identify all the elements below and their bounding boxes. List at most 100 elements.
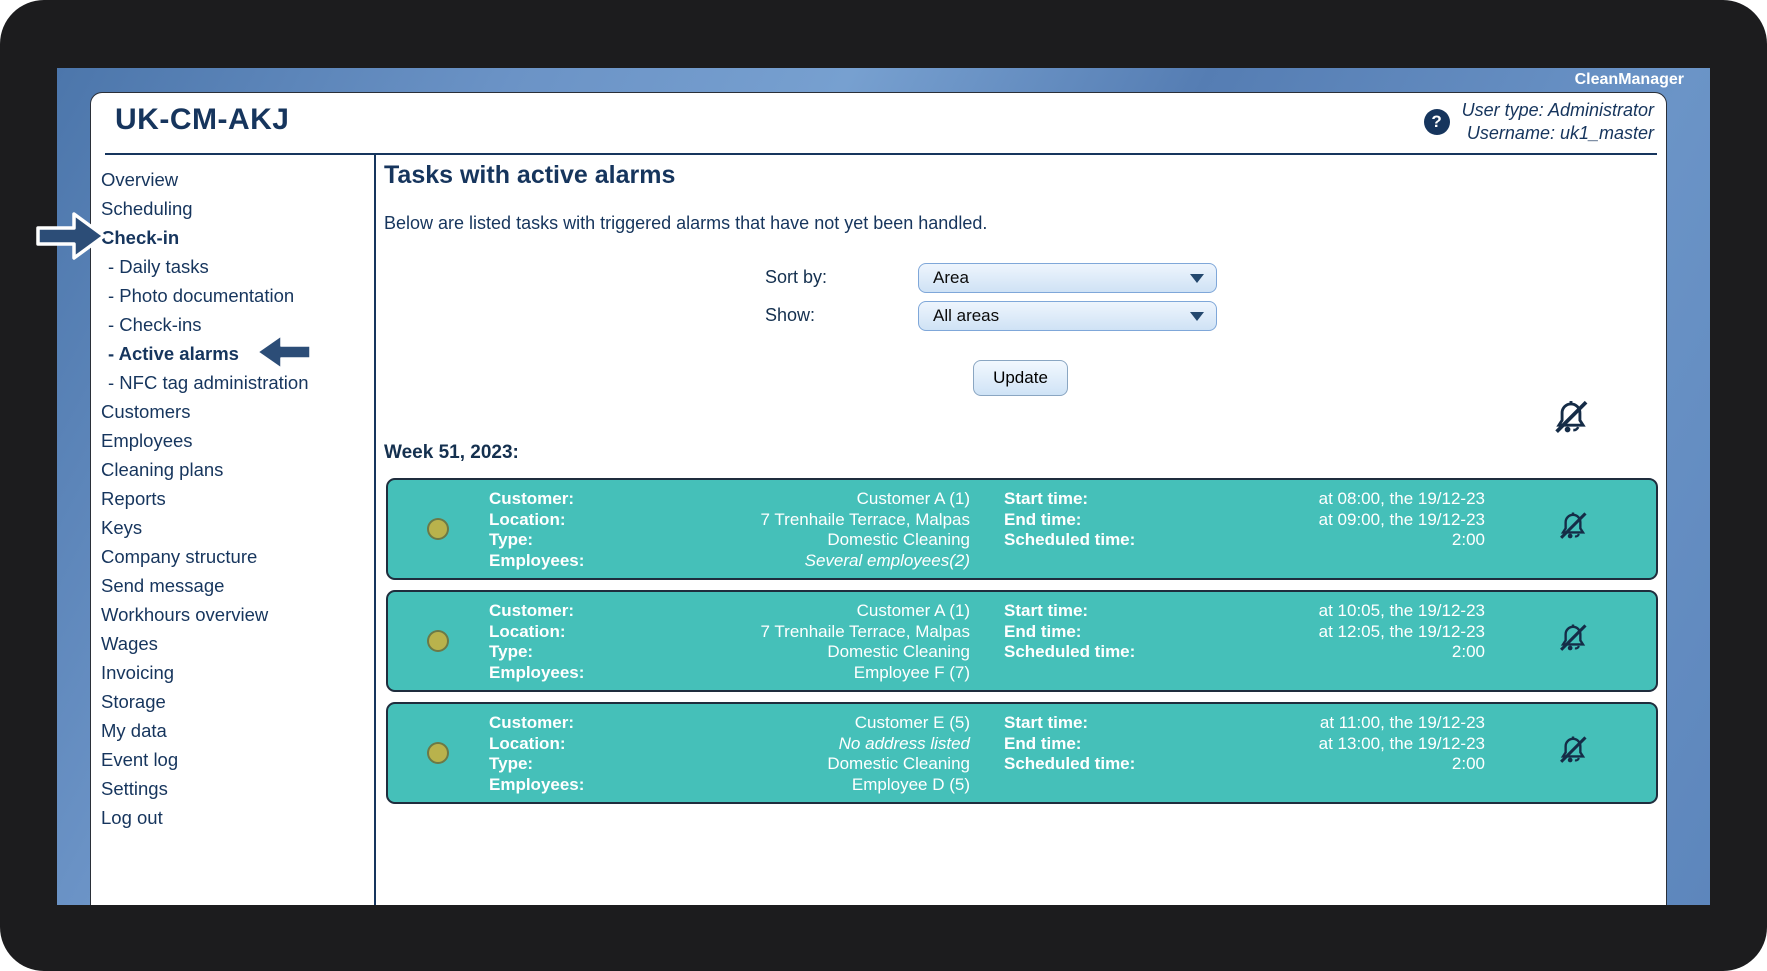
employees-value: Several employees(2) — [804, 550, 970, 570]
page-title: Tasks with active alarms — [384, 161, 676, 189]
location-value: 7 Trenhaile Terrace, Malpas — [760, 621, 970, 641]
location-label: Location: — [489, 733, 566, 753]
scheduled-time-value: 2:00 — [1451, 530, 1485, 549]
show-dropdown[interactable]: All areas — [918, 301, 1217, 331]
employees-value: Employee D (5) — [851, 774, 970, 794]
app-background: CleanManager UK-CM-AKJ ? User type: Admi… — [57, 68, 1710, 905]
scheduled-time-label: Scheduled time: — [1004, 530, 1136, 549]
bell-off-icon[interactable] — [1554, 732, 1592, 775]
employees-label: Employees: — [489, 550, 585, 570]
update-button[interactable]: Update — [973, 360, 1068, 396]
panel-header: UK-CM-AKJ ? User type: Administrator Use… — [91, 93, 1666, 153]
sidebar-item-overview[interactable]: Overview — [101, 165, 374, 194]
user-box: ? User type: Administrator Username: uk1… — [1423, 99, 1654, 145]
type-value: Domestic Cleaning — [827, 642, 970, 661]
task-card: Customer: Customer A (1) Location: 7 Trenh… — [386, 478, 1658, 580]
sidebar-item-company-structure[interactable]: Company structure — [101, 542, 374, 571]
start-time-value: at 11:00, the 19/12-23 — [1319, 713, 1485, 732]
sidebar-item-my-data[interactable]: My data — [101, 716, 374, 745]
sidebar-item-wages[interactable]: Wages — [101, 629, 374, 658]
sidebar-item-cleaning-plans[interactable]: Cleaning plans — [101, 455, 374, 484]
check-in-pointer-arrow-icon — [34, 209, 108, 268]
sidebar-item-nfc-tag-administration[interactable]: - NFC tag administration — [101, 368, 374, 397]
sidebar-item-event-log[interactable]: Event log — [101, 745, 374, 774]
sidebar: Overview Scheduling Check-in - Daily tas… — [91, 155, 376, 905]
show-value: All areas — [933, 306, 1000, 325]
sidebar-item-customers[interactable]: Customers — [101, 397, 374, 426]
scheduled-time-label: Scheduled time: — [1004, 642, 1136, 661]
content-area: Tasks with active alarms Below are liste… — [376, 155, 1666, 905]
show-label: Show: — [765, 305, 816, 325]
task-details-right: Start time: at 10:05, the 19/12-23 End ti… — [1004, 601, 1485, 663]
start-time-label: Start time: — [1004, 713, 1089, 732]
type-value: Domestic Cleaning — [827, 754, 970, 773]
user-info: User type: Administrator Username: uk1_m… — [1462, 99, 1654, 145]
task-details-left: Customer: Customer E (5) Location: No addr… — [489, 713, 970, 795]
sidebar-item-log-out[interactable]: Log out — [101, 803, 374, 832]
sidebar-item-daily-tasks[interactable]: - Daily tasks — [101, 252, 374, 281]
start-time-value: at 08:00, the 19/12-23 — [1318, 489, 1485, 508]
username-label: Username: uk1_master — [1466, 123, 1654, 143]
end-time-label: End time: — [1004, 733, 1082, 753]
start-time-value: at 10:05, the 19/12-23 — [1318, 601, 1485, 620]
task-select-radio[interactable] — [427, 742, 449, 764]
customer-value: Customer A (1) — [856, 601, 970, 620]
scheduled-time-value: 2:00 — [1451, 642, 1485, 661]
bell-off-icon[interactable] — [1554, 508, 1592, 551]
sidebar-item-reports[interactable]: Reports — [101, 484, 374, 513]
end-time-value: at 09:00, the 19/12-23 — [1318, 509, 1485, 529]
sidebar-item-scheduling[interactable]: Scheduling — [101, 194, 374, 223]
active-alarms-pointer-arrow-icon — [254, 333, 314, 376]
sidebar-item-invoicing[interactable]: Invoicing — [101, 658, 374, 687]
start-time-label: Start time: — [1004, 489, 1089, 508]
employees-value: Employee F (7) — [853, 662, 970, 682]
sort-by-label: Sort by: — [765, 267, 828, 287]
week-heading: Week 51, 2023: — [384, 442, 519, 463]
customer-label: Customer: — [489, 713, 575, 732]
sort-by-value: Area — [933, 268, 969, 287]
sidebar-item-check-ins[interactable]: - Check-ins — [101, 310, 374, 339]
employees-label: Employees: — [489, 774, 585, 794]
mute-all-alarms-bell-off-icon[interactable] — [1548, 395, 1594, 446]
window-title: UK-CM-AKJ — [115, 103, 290, 136]
sidebar-item-employees[interactable]: Employees — [101, 426, 374, 455]
end-time-label: End time: — [1004, 621, 1082, 641]
sidebar-item-keys[interactable]: Keys — [101, 513, 374, 542]
location-label: Location: — [489, 621, 566, 641]
scheduled-time-value: 2:00 — [1451, 754, 1485, 773]
sidebar-item-photo-documentation[interactable]: - Photo documentation — [101, 281, 374, 310]
task-details-left: Customer: Customer A (1) Location: 7 Trenh… — [489, 489, 970, 571]
sidebar-item-settings[interactable]: Settings — [101, 774, 374, 803]
help-icon[interactable]: ? — [1423, 109, 1450, 135]
customer-label: Customer: — [489, 489, 575, 508]
end-time-label: End time: — [1004, 509, 1082, 529]
customer-value: Customer E (5) — [854, 713, 970, 732]
task-select-radio[interactable] — [427, 518, 449, 540]
sidebar-item-send-message[interactable]: Send message — [101, 571, 374, 600]
task-select-radio[interactable] — [427, 630, 449, 652]
sort-by-dropdown[interactable]: Area — [918, 263, 1217, 293]
employees-label: Employees: — [489, 662, 585, 682]
bell-off-icon[interactable] — [1554, 620, 1592, 663]
main-panel: UK-CM-AKJ ? User type: Administrator Use… — [90, 92, 1667, 905]
sidebar-item-check-in[interactable]: Check-in — [101, 223, 374, 252]
sidebar-item-active-alarms[interactable]: - Active alarms — [101, 339, 374, 368]
task-card: Customer: Customer E (5) Location: No addr… — [386, 702, 1658, 804]
sidebar-item-storage[interactable]: Storage — [101, 687, 374, 716]
location-value: No address listed — [838, 733, 970, 753]
device-frame: CleanManager UK-CM-AKJ ? User type: Admi… — [0, 0, 1767, 971]
brand-label: CleanManager — [1574, 71, 1684, 88]
type-label: Type: — [489, 642, 534, 661]
type-label: Type: — [489, 530, 534, 549]
task-details-right: Start time: at 11:00, the 19/12-23 End ti… — [1004, 713, 1485, 775]
end-time-value: at 12:05, the 19/12-23 — [1318, 621, 1485, 641]
user-type-label: User type: Administrator — [1461, 100, 1654, 120]
location-value: 7 Trenhaile Terrace, Malpas — [760, 509, 970, 529]
sidebar-item-workhours-overview[interactable]: Workhours overview — [101, 600, 374, 629]
chevron-down-icon — [1190, 273, 1204, 283]
type-value: Domestic Cleaning — [827, 530, 970, 549]
end-time-value: at 13:00, the 19/12-23 — [1318, 733, 1485, 753]
task-card: Customer: Customer A (1) Location: 7 Trenh… — [386, 590, 1658, 692]
start-time-label: Start time: — [1004, 601, 1089, 620]
type-label: Type: — [489, 754, 534, 773]
